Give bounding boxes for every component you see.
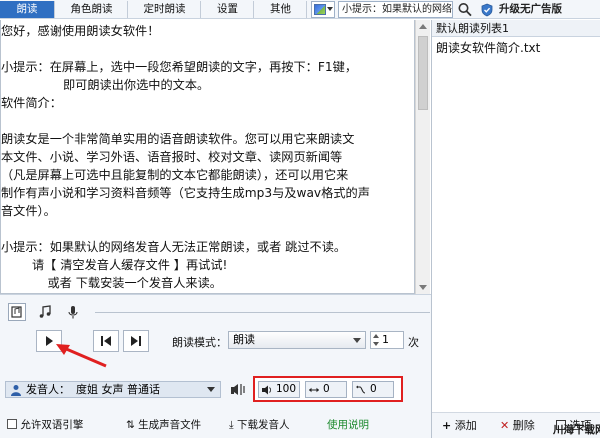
generate-audio-button[interactable]: ⇅ 生成声音文件 (126, 417, 201, 433)
chevron-down-icon (327, 7, 333, 11)
progress-track[interactable] (95, 307, 430, 313)
editor-content[interactable]: 您好，感谢使用朗读女软件！ 小提示：在屏幕上，选中一段您希望朗读的文字，再按下：… (1, 22, 411, 292)
checkbox-icon (7, 419, 17, 429)
playlist-header[interactable]: 默认朗读列表1 (432, 20, 600, 37)
volume-control[interactable]: 100 (258, 381, 300, 398)
stepper-down-icon[interactable] (373, 342, 379, 346)
tab-role-read[interactable]: 角色朗读 (56, 1, 128, 18)
editor-line: 请【 清空发音人缓存文件 】再试试! (1, 258, 228, 272)
watermark-text: 川海下载网 (552, 423, 600, 436)
dual-engine-checkbox[interactable]: 允许双语引擎 (7, 417, 83, 433)
text-mode-button[interactable] (8, 303, 26, 321)
scroll-up-icon[interactable] (419, 24, 427, 29)
mode-value: 朗读 (233, 333, 255, 346)
text-editor[interactable]: 您好，感谢使用朗读女软件！ 小提示：在屏幕上，选中一段您希望朗读的文字，再按下：… (0, 20, 415, 294)
delete-label: 删除 (512, 419, 535, 432)
audio-settings-icon[interactable] (229, 381, 247, 398)
next-button[interactable] (123, 330, 149, 352)
microphone-icon (68, 306, 78, 319)
repeat-count-value: 1 (382, 333, 389, 346)
tab-other[interactable]: 其他 (255, 1, 307, 18)
volume-value: 100 (276, 383, 297, 395)
voice-params-highlight: 100 0 0 (253, 376, 403, 402)
pitch-control[interactable]: 0 (352, 381, 394, 398)
stepper-up-icon[interactable] (373, 334, 379, 338)
tab-settings[interactable]: 设置 (202, 1, 254, 18)
speed-value: 0 (323, 383, 330, 395)
help-link[interactable]: 使用说明 (327, 417, 369, 433)
split-arrows-icon: ⇅ (126, 419, 135, 431)
repeat-count-unit: 次 (408, 336, 419, 349)
editor-line: 朗读女是一个非常简单实用的语音朗读软件。您可以用它来朗读文 (1, 132, 355, 146)
pitch-curve-icon (356, 385, 366, 394)
plus-icon: + (442, 419, 452, 432)
editor-line: （凡是屏幕上可选中且能复制的文本它都能朗读），还可以用它来 (1, 168, 349, 182)
chevron-down-icon (207, 387, 215, 392)
speed-arrows-icon (309, 387, 319, 393)
editor-line: 即可朗读出你选中的文本。 (1, 78, 210, 92)
playlist-panel: 默认朗读列表1 朗读女软件简介.txt + 添加 ✕ 删除 选项 (431, 20, 600, 438)
dual-engine-label: 允许双语引擎 (20, 419, 84, 431)
editor-scrollbar[interactable] (415, 20, 430, 294)
search-icon[interactable] (457, 1, 473, 18)
editor-line: 软件简介： (1, 96, 62, 110)
editor-line: 小提示：在屏幕上，选中一段您希望朗读的文字，再按下：F1键， (1, 60, 358, 74)
top-toolbar: 朗读 角色朗读 定时朗读 设置 其他 小提示：如果默认的网络 升级无广告版 (0, 0, 600, 19)
mode-label: 朗读模式： (172, 336, 227, 349)
watermark-logo: 川海下载网 (552, 423, 600, 436)
skip-forward-icon (131, 336, 141, 346)
editor-line: 音文件）。 (1, 204, 56, 218)
chevron-down-icon (353, 338, 361, 343)
scrollbar-thumb[interactable] (418, 36, 428, 110)
microphone-button[interactable] (64, 303, 82, 321)
music-note-icon (39, 305, 51, 318)
pitch-value: 0 (370, 383, 377, 395)
note-icon (11, 306, 22, 318)
person-icon (11, 385, 21, 396)
skin-swatch-icon (314, 4, 326, 15)
download-voice-label: 下载发音人 (237, 419, 290, 431)
add-button[interactable]: + 添加 (442, 418, 477, 434)
upgrade-label: 升级无广告版 (499, 3, 562, 15)
bottom-actions: 允许双语引擎 ⇅ 生成声音文件 ⤓ 下载发音人 使用说明 (0, 413, 431, 438)
editor-line: 制作有声小说和学习资料音频等（它支持生成mp3与及wav格式的声 (1, 186, 370, 200)
speed-control[interactable]: 0 (305, 381, 347, 398)
tab-read[interactable]: 朗读 (0, 1, 55, 18)
editor-line: 您好，感谢使用朗读女软件！ (1, 24, 160, 38)
repeat-count-stepper[interactable]: 1 (370, 331, 404, 349)
speaker-icon (262, 385, 272, 395)
upgrade-button[interactable]: 升级无广告版 (480, 1, 598, 18)
shield-icon (481, 3, 493, 17)
voice-select[interactable]: 发音人： 度姐 女声 普通话 (5, 381, 221, 398)
close-icon: ✕ (500, 419, 510, 432)
editor-line: 或者 下载安装一个发音人来读。 (1, 276, 222, 290)
music-mode-button[interactable] (36, 303, 54, 321)
playlist-item[interactable]: 朗读女软件简介.txt (436, 40, 540, 57)
generate-audio-label: 生成声音文件 (138, 419, 202, 431)
tab-timed-read[interactable]: 定时朗读 (129, 1, 201, 18)
skin-picker[interactable] (311, 1, 335, 18)
download-voice-button[interactable]: ⤓ 下载发音人 (229, 417, 290, 433)
annotation-arrow (56, 344, 107, 368)
editor-line: 小提示：如果默认的网络发音人无法正常朗读，或者 跳过不读。 (1, 240, 347, 254)
delete-button[interactable]: ✕ 删除 (500, 418, 535, 434)
voice-value: 度姐 女声 普通话 (76, 383, 160, 396)
voice-label: 发音人： (26, 383, 70, 396)
download-icon: ⤓ (229, 419, 234, 431)
scroll-down-icon[interactable] (419, 285, 427, 290)
editor-line: 本文件、小说、学习外语、语音报时、校对文章、读网页新闻等 (1, 150, 343, 164)
add-label: 添加 (454, 419, 477, 432)
tip-field[interactable]: 小提示：如果默认的网络 (338, 1, 453, 18)
mode-select[interactable]: 朗读 (228, 331, 366, 349)
